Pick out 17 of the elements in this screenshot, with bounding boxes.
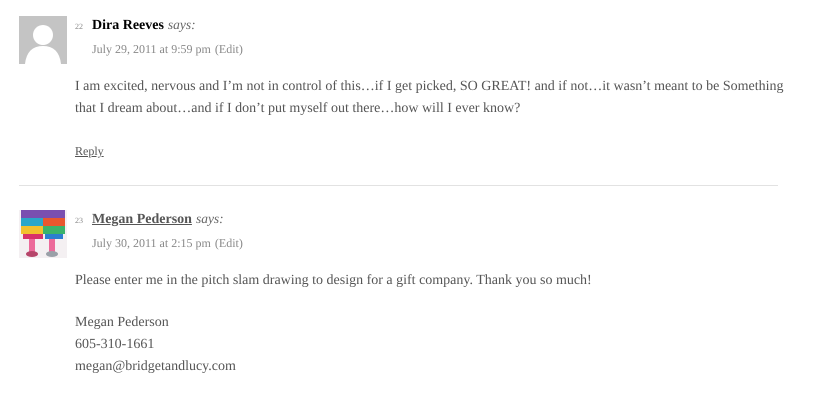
date-link[interactable]: July 29, 2011 at 9:59 pm [92, 42, 211, 57]
says-label: says: [168, 17, 196, 33]
date-link[interactable]: July 30, 2011 at 2:15 pm [92, 236, 211, 251]
comment-text: I am excited, nervous and I’m not in control of this…if I get picked, SO GREAT! and if not…it wasn’t meant to be Something that I dream about…and if I don’t put myself out there…how will I ever know? [75, 78, 785, 118]
edit-link[interactable]: (Edit) [214, 236, 243, 251]
comment-text: megan@bridgetandlucy.com [75, 358, 237, 376]
author-name: Dira Reeves [92, 18, 164, 34]
says-label: says: [196, 211, 224, 227]
avatar-icon [19, 16, 67, 64]
comment-text: 605-310-1661 [75, 336, 156, 354]
edit-link[interactable]: (Edit) [214, 42, 243, 57]
comment-text: Please enter me in the pitch slam drawing to design for a gift company. Thank you so much! [75, 272, 593, 290]
comment-number: 22 [75, 22, 84, 31]
reply-link[interactable]: Reply [75, 140, 104, 162]
comment-text: Megan Pederson [75, 314, 170, 332]
comment-number: 23 [75, 216, 84, 225]
author-link[interactable]: Megan Pederson [92, 212, 192, 228]
